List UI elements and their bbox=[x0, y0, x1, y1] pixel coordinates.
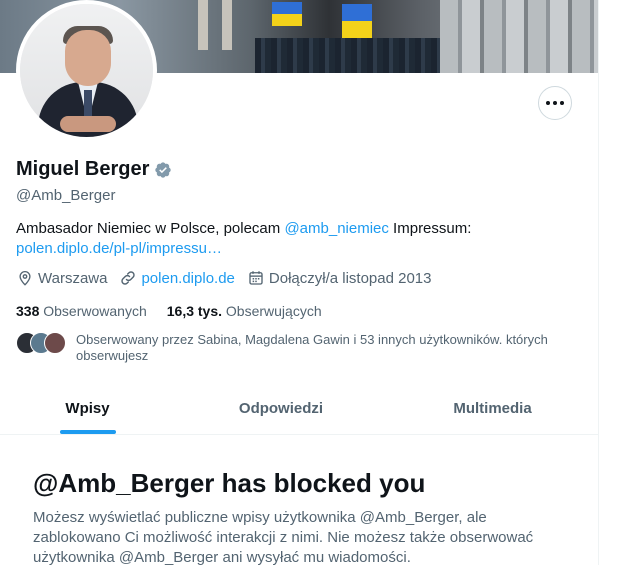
following-count: 338 bbox=[16, 303, 40, 319]
profile-avatar[interactable] bbox=[16, 0, 157, 141]
followers-you-know-text[interactable]: Obserwowany przez Sabina, Magdalena Gawi… bbox=[76, 332, 556, 364]
ukraine-flag bbox=[272, 2, 302, 26]
more-options-button[interactable] bbox=[538, 86, 572, 120]
calendar-icon bbox=[249, 271, 263, 285]
blocked-message: Możesz wyświetlać publiczne wpisy użytko… bbox=[33, 509, 534, 565]
more-horizontal-icon bbox=[546, 101, 564, 105]
tab-label: Wpisy bbox=[65, 399, 110, 417]
link-icon bbox=[121, 271, 136, 285]
profile-bio: Ambasador Niemiec w Polsce, polecam @amb… bbox=[16, 219, 576, 259]
bio-mention-link[interactable]: @amb_niemiec bbox=[284, 220, 388, 237]
banner-crowd bbox=[255, 38, 455, 73]
joined-text: Dołączył/a listopad 2013 bbox=[268, 269, 432, 287]
tab-posts[interactable]: Wpisy bbox=[0, 382, 175, 434]
bio-text: Ambasador Niemiec w Polsce, polecam bbox=[16, 220, 285, 237]
location-pin-icon bbox=[19, 271, 31, 286]
following-label: Obserwowanych bbox=[43, 303, 147, 319]
profile-name: Miguel Berger bbox=[16, 158, 150, 180]
blocked-title: @Amb_Berger has blocked you bbox=[33, 468, 426, 498]
meta-website: polen.diplo.de bbox=[119, 269, 235, 287]
tab-media[interactable]: Multimedia bbox=[387, 382, 598, 434]
active-tab-indicator bbox=[59, 430, 116, 434]
followers-link[interactable]: 16,3 tys. Obserwujących bbox=[167, 303, 322, 319]
banner-building bbox=[440, 0, 598, 73]
profile-meta: Warszawa polen.diplo.de Dołączył/a listo… bbox=[16, 269, 444, 287]
banner-column bbox=[222, 0, 232, 50]
right-gutter bbox=[599, 0, 621, 565]
followers-label: Obserwujących bbox=[225, 303, 322, 319]
avatar bbox=[44, 332, 66, 354]
followers-you-know-avatars[interactable] bbox=[16, 332, 68, 356]
following-link[interactable]: 338 Obserwowanych bbox=[16, 303, 147, 319]
followers-count: 16,3 tys. bbox=[166, 303, 223, 319]
verified-badge-icon[interactable] bbox=[154, 161, 172, 179]
bio-url-link[interactable]: polen.diplo.de/pl-pl/impressu… bbox=[16, 240, 222, 257]
banner-column bbox=[198, 0, 208, 50]
ukraine-flag bbox=[342, 4, 372, 38]
bio-text: Impressum: bbox=[388, 220, 472, 237]
meta-location: Warszawa bbox=[16, 269, 107, 287]
meta-joined: Dołączył/a listopad 2013 bbox=[247, 269, 432, 287]
tab-label: Odpowiedzi bbox=[238, 399, 324, 417]
follow-stats: 338 Obserwowanych 16,3 tys. Obserwującyc… bbox=[16, 303, 322, 319]
profile-handle: @Amb_Berger bbox=[16, 187, 116, 204]
tab-label: Multimedia bbox=[453, 399, 532, 417]
website-link[interactable]: polen.diplo.de bbox=[141, 270, 234, 287]
location-text: Warszawa bbox=[38, 269, 108, 287]
profile-tabs: Wpisy Odpowiedzi Multimedia bbox=[0, 382, 598, 435]
profile-name-row: Miguel Berger bbox=[16, 158, 172, 181]
tab-replies[interactable]: Odpowiedzi bbox=[175, 382, 387, 434]
profile-page: Miguel Berger @Amb_Berger Ambasador Niem… bbox=[0, 0, 599, 565]
